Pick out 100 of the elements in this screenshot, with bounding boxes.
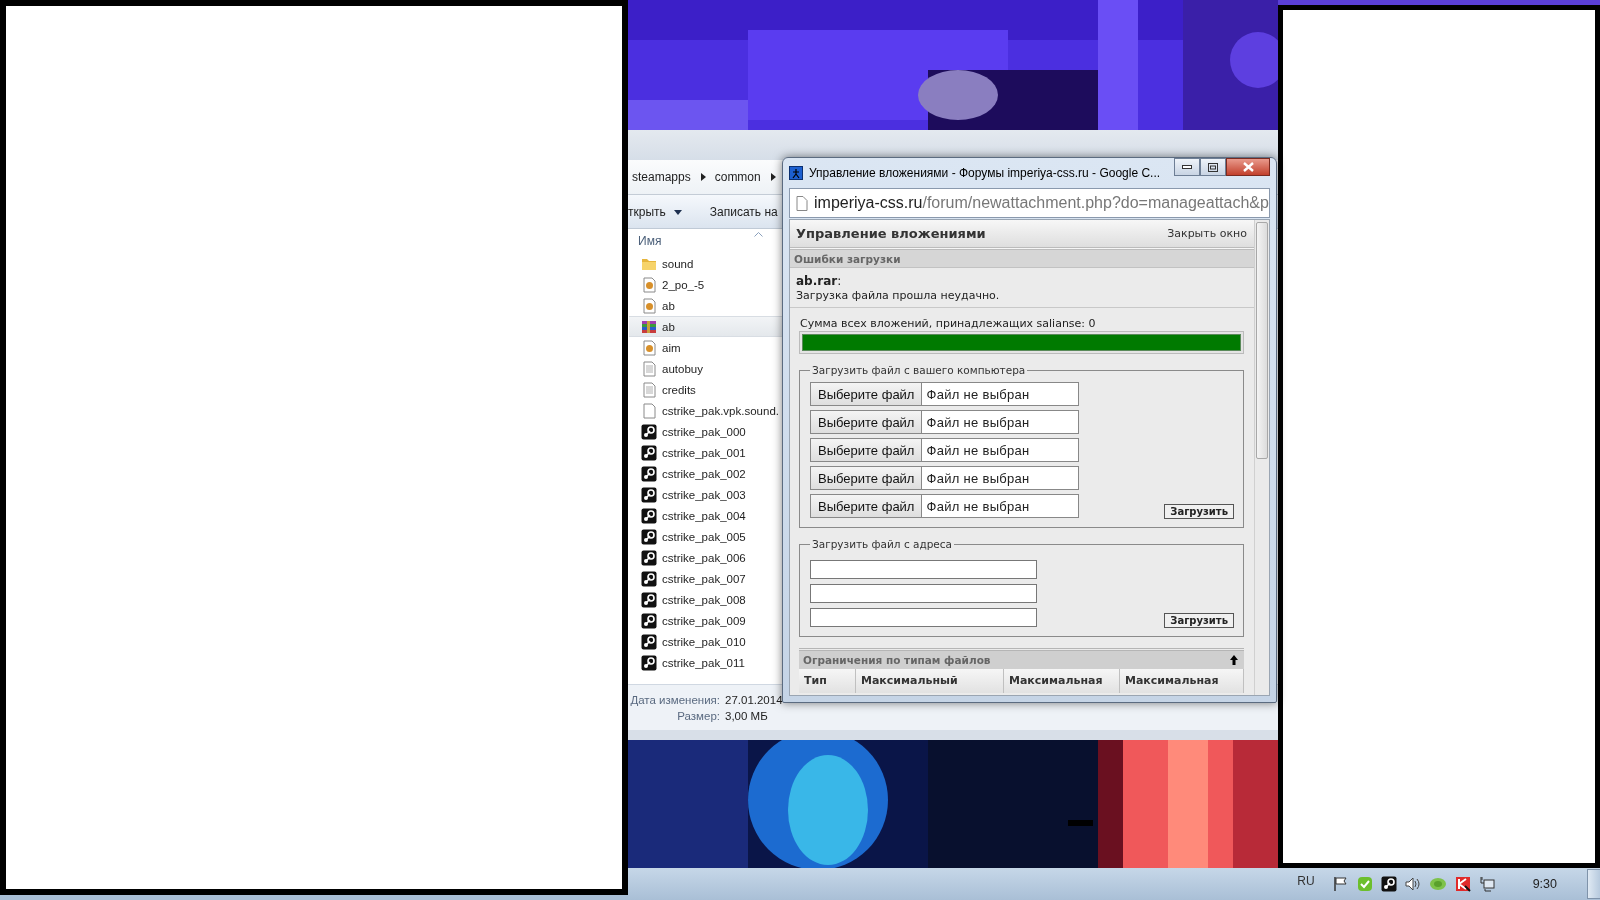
error-message: Загрузка файла прошла неудачно. <box>796 289 1001 302</box>
clock[interactable]: 9:30 <box>1532 877 1557 891</box>
speaker-icon[interactable] <box>1404 876 1421 892</box>
file-row[interactable]: cstrike_pak_001 <box>629 442 782 463</box>
file-row[interactable]: cstrike_pak_003 <box>629 484 782 505</box>
site-icon <box>789 166 803 180</box>
file-row[interactable]: cstrike_pak_008 <box>629 589 782 610</box>
network-icon[interactable] <box>1478 876 1495 892</box>
minimize-button[interactable] <box>1174 158 1200 176</box>
tray-app-icon[interactable] <box>1454 876 1471 892</box>
file-icon <box>641 402 657 419</box>
section-header: Ограничения по типам файлов <box>803 654 991 666</box>
document-icon <box>641 276 657 293</box>
file-row[interactable]: cstrike_pak_011 <box>629 652 782 673</box>
file-row[interactable]: cstrike_pak_002 <box>629 463 782 484</box>
file-row[interactable]: cstrike_pak_009 <box>629 610 782 631</box>
page-icon <box>796 195 808 211</box>
file-status: Файл не выбран <box>925 414 1030 430</box>
file-row[interactable]: credits <box>629 379 782 400</box>
choose-file-button[interactable]: Выберите файл <box>811 495 923 517</box>
file-row[interactable]: cstrike_pak_006 <box>629 547 782 568</box>
file-status: Файл не выбран <box>925 498 1030 514</box>
column-header: Тип <box>799 669 856 693</box>
app-icon <box>641 528 657 545</box>
scrollbar[interactable] <box>1254 220 1269 695</box>
close-button[interactable] <box>1226 158 1270 176</box>
breadcrumb-item[interactable]: common <box>714 170 761 184</box>
url-field[interactable] <box>810 608 1037 627</box>
toolbar-button[interactable]: Записать на <box>709 204 778 219</box>
file-input[interactable]: Выберите файл Файл не выбран <box>810 382 1079 406</box>
document-icon <box>641 297 657 314</box>
detail-label: Размер: <box>676 709 720 722</box>
file-status: Файл не выбран <box>925 442 1030 458</box>
address-bar[interactable]: imperiya-css.ru/forum/newattachment.php?do=manageattach&p <box>789 188 1270 218</box>
file-row[interactable]: cstrike_pak_000 <box>629 421 782 442</box>
file-status: Файл не выбран <box>925 470 1030 486</box>
file-row[interactable]: cstrike_pak_004 <box>629 505 782 526</box>
app-icon <box>641 654 657 671</box>
section-header: Ошибки загрузки <box>790 250 1254 268</box>
choose-file-button[interactable]: Выберите файл <box>811 467 923 489</box>
upload-button[interactable]: Загрузить <box>1164 613 1234 628</box>
toolbar-button[interactable]: ткрыть <box>628 204 682 219</box>
breadcrumb-item[interactable]: steamapps <box>632 170 691 184</box>
text-file-icon <box>641 360 657 377</box>
file-name: ab.rar: <box>796 274 843 288</box>
file-row[interactable]: aim <box>629 337 782 358</box>
check-icon[interactable] <box>1356 876 1373 892</box>
app-icon <box>641 612 657 629</box>
app-icon <box>641 549 657 566</box>
file-row[interactable]: sound <box>629 253 782 274</box>
file-row[interactable]: cstrike_pak_007 <box>629 568 782 589</box>
text-file-icon <box>641 381 657 398</box>
column-header[interactable]: Имя <box>638 234 662 248</box>
upload-button[interactable]: Загрузить <box>1164 504 1234 519</box>
file-row[interactable]: ab <box>629 295 782 316</box>
detail-value: 27.01.2014 <box>725 693 784 706</box>
caret-icon <box>673 207 682 216</box>
window-title: Управление вложениями - Форумы imperiya-css.ru - Google C... <box>809 166 1162 180</box>
caret-icon <box>698 173 707 181</box>
collapse-arrow-icon[interactable] <box>1230 655 1238 665</box>
app-icon <box>641 423 657 440</box>
app-icon <box>641 591 657 608</box>
choose-file-button[interactable]: Выберите файл <box>811 383 923 405</box>
app-icon <box>641 570 657 587</box>
app-icon <box>641 633 657 650</box>
show-desktop-button[interactable] <box>1587 869 1600 899</box>
detail-value: 3,00 МБ <box>725 709 769 722</box>
app-icon <box>641 465 657 482</box>
maximize-button[interactable] <box>1200 158 1226 176</box>
quota-label: Сумма всех вложений, принадлежащих salianse: 0 <box>799 317 1097 330</box>
app-icon[interactable] <box>1380 876 1397 892</box>
column-header: Максимальная <box>1004 669 1120 693</box>
minimize-icon <box>1182 165 1192 169</box>
page-heading: Управление вложениями <box>796 226 986 241</box>
close-link[interactable]: Закрыть окно <box>1167 227 1247 240</box>
file-row[interactable]: ab <box>629 316 782 337</box>
flag-icon[interactable] <box>1332 876 1349 892</box>
file-input[interactable]: Выберите файл Файл не выбран <box>810 494 1079 518</box>
file-input[interactable]: Выберите файл Файл не выбран <box>810 410 1079 434</box>
archive-icon <box>641 318 657 335</box>
file-row[interactable]: autobuy <box>629 358 782 379</box>
caret-icon <box>768 173 777 181</box>
app-icon <box>641 507 657 524</box>
url-field[interactable] <box>810 560 1037 579</box>
maximize-icon <box>1208 162 1218 172</box>
file-input[interactable]: Выберите файл Файл не выбран <box>810 438 1079 462</box>
file-row[interactable]: 2_po_-5 <box>629 274 782 295</box>
choose-file-button[interactable]: Выберите файл <box>811 411 923 433</box>
fieldset-legend: Загрузить файл с адреса <box>810 538 955 550</box>
file-input[interactable]: Выберите файл Файл не выбран <box>810 466 1079 490</box>
file-row[interactable]: cstrike_pak_005 <box>629 526 782 547</box>
file-row[interactable]: cstrike_pak_010 <box>629 631 782 652</box>
detail-label: Дата изменения: <box>629 693 720 706</box>
language-indicator[interactable]: RU <box>1297 874 1315 888</box>
close-icon <box>1242 162 1254 172</box>
file-status: Файл не выбран <box>925 386 1030 402</box>
app-icon <box>641 444 657 461</box>
file-row[interactable]: cstrike_pak.vpk.sound. <box>629 400 782 421</box>
url-field[interactable] <box>810 584 1037 603</box>
choose-file-button[interactable]: Выберите файл <box>811 439 923 461</box>
